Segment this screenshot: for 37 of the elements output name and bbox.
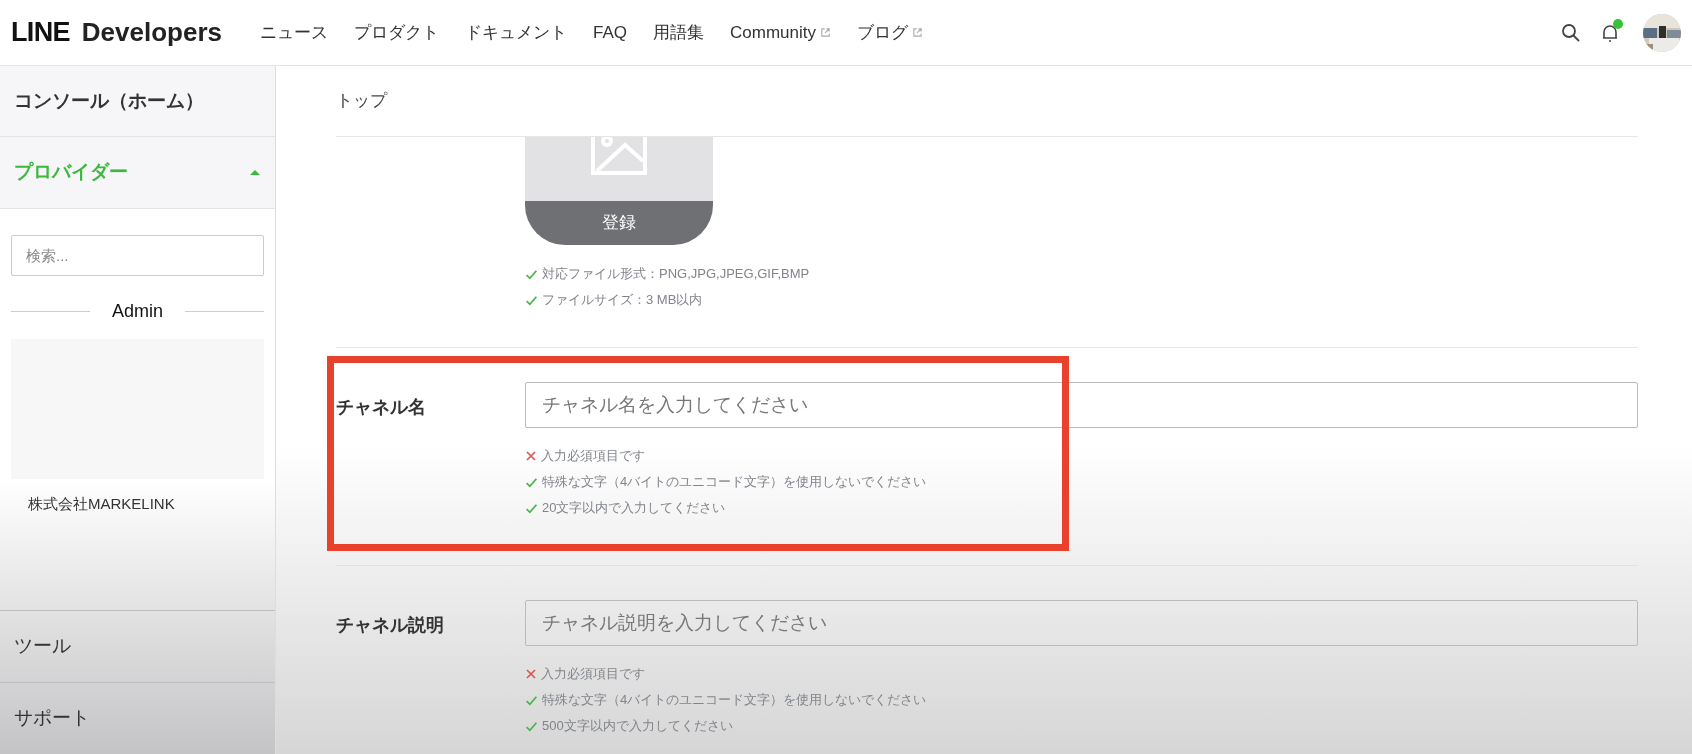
nav-link[interactable]: ブログ [857,19,923,46]
nav-link[interactable]: FAQ [593,19,627,46]
nav-link[interactable]: プロダクト [354,19,439,46]
breadcrumb: トップ [336,90,389,113]
sidebar-item[interactable]: ツール [0,610,275,682]
external-link-icon [912,27,923,38]
console-home-link[interactable]: コンソール（ホーム） [0,66,275,137]
rule-text: 特殊な文字（4バイトのユニコード文字）を使用しないでください [542,691,927,710]
section-heading: Admin [111,300,164,323]
rule-text: 500文字以内で入力してください [542,717,733,736]
provider-name: 株式会社MARKELINK [27,494,176,514]
caret-icon [249,169,261,176]
nav-link[interactable]: ニュース [260,19,328,46]
nav-link[interactable]: 用語集 [653,19,704,46]
rule-text: 入力必須項目です [541,665,645,684]
provider-card[interactable]: 株式会社MARKELINK [11,339,264,516]
icon-upload[interactable]: 登録 [525,137,713,245]
image-icon [591,137,647,177]
input-field[interactable]: チャネル説明を入力してください [525,600,1638,646]
rule-text: 特殊な文字（4バイトのユニコード文字）を使用しないでください [542,473,927,492]
nav-link[interactable]: ドキュメント [465,19,567,46]
logo-brand[interactable]: LINE [11,12,70,53]
rule-text: 対応ファイル形式：PNG,JPG,JPEG,GIF,BMP [542,265,810,284]
bell-icon[interactable] [1601,22,1619,43]
input-field[interactable]: チャネル名を入力してください [525,382,1638,428]
rule-text: ファイルサイズ：3 MB以内 [542,291,703,310]
external-link-icon [820,27,831,38]
field-label: チャネル名 [336,396,427,419]
search-icon[interactable] [1561,22,1581,43]
logo-product[interactable]: Developers [81,13,222,53]
field-label: チャネル説明 [336,614,445,637]
search-field[interactable]: 検索... [11,235,264,276]
rule-text: 20文字以内で入力してください [542,499,726,518]
sidebar-item[interactable]: サポート [0,682,275,754]
rule-text: 入力必須項目です [541,447,645,466]
register-button[interactable]: 登録 [525,201,713,245]
nav-link[interactable]: Community [730,19,831,46]
